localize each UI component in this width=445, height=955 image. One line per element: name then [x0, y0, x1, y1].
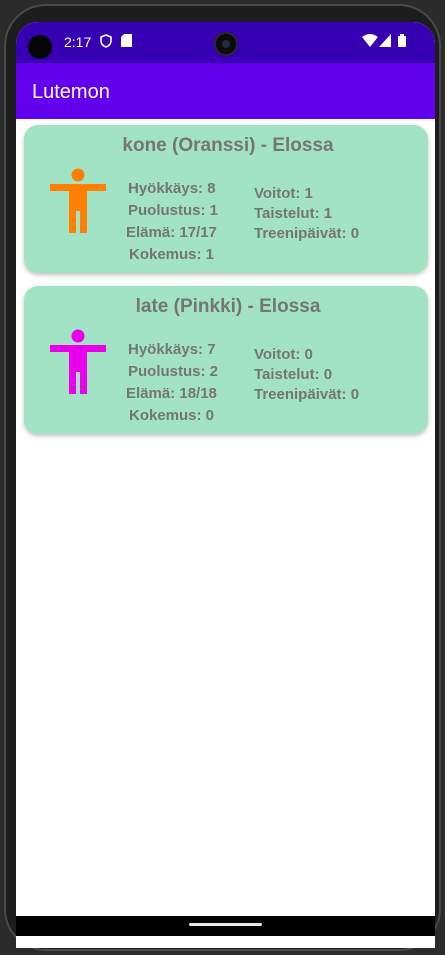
sd-card-icon [121, 34, 132, 50]
health-value: Elämä: 18/18 [126, 385, 217, 402]
signal-icon [379, 34, 391, 50]
app-title: Lutemon [32, 81, 110, 103]
person-icon [50, 168, 106, 233]
wins-value: Voitot: 1 [254, 185, 313, 202]
status-time: 2:17 [64, 34, 92, 50]
battery-icon [398, 34, 406, 50]
attack-value: Hyökkäys: 7 [128, 341, 216, 358]
experience-value: Kokemus: 1 [129, 246, 215, 263]
attack-value: Hyökkäys: 8 [128, 180, 216, 197]
lutemon-title: late (Pinkki) - Elossa [135, 296, 321, 317]
status-bar: 2:17 [16, 22, 435, 63]
selfie-camera-icon [214, 32, 238, 56]
front-camera-icon [28, 35, 52, 59]
health-value: Elämä: 17/17 [126, 224, 217, 241]
shield-icon [100, 34, 112, 51]
wins-value: Voitot: 0 [254, 346, 313, 363]
app-bar: Lutemon [16, 63, 435, 119]
battles-value: Taistelut: 1 [254, 205, 333, 222]
lutemon-card[interactable]: late (Pinkki) - Elossa Hyökkäys: 7 Puolu… [24, 286, 428, 434]
home-gesture-handle[interactable] [189, 923, 262, 926]
training-days-value: Treenipäivät: 0 [254, 386, 360, 403]
training-days-value: Treenipäivät: 0 [254, 225, 360, 242]
experience-value: Kokemus: 0 [129, 407, 215, 424]
wifi-icon [362, 34, 378, 50]
defense-value: Puolustus: 2 [128, 363, 219, 380]
lutemon-title: kone (Oranssi) - Elossa [122, 135, 334, 156]
person-icon [50, 329, 106, 394]
navigation-bar [16, 916, 435, 936]
screen: 2:17 Lutemon kone (Oranssi) - Elossa Hyö… [16, 22, 435, 948]
lutemon-card[interactable]: kone (Oranssi) - Elossa Hyökkäys: 8 Puol… [24, 125, 428, 273]
battles-value: Taistelut: 0 [254, 366, 333, 383]
defense-value: Puolustus: 1 [128, 202, 219, 219]
